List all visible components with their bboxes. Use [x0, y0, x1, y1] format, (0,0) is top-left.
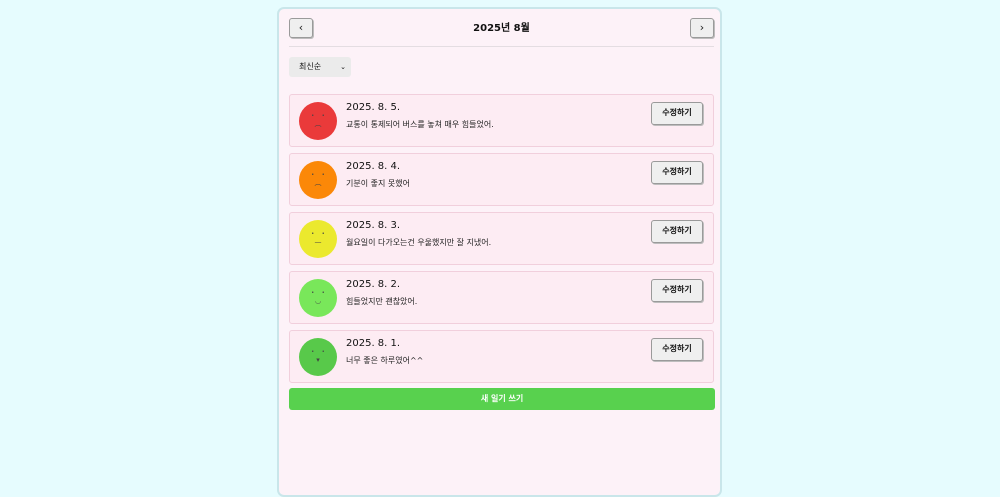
edit-button[interactable]: 수정하기	[651, 220, 703, 243]
prev-month-button[interactable]: ‹	[289, 18, 313, 38]
entry-text: 힘들었지만 괜찮았어.	[346, 297, 418, 306]
entry-date: 2025. 8. 4.	[346, 161, 401, 172]
sort-select[interactable]: 최신순 ⌄	[289, 57, 351, 77]
edit-button[interactable]: 수정하기	[651, 102, 703, 125]
month-title: 2025년 8월	[473, 23, 530, 34]
entry-text: 월요일이 다가오는건 우울했지만 잘 지냈어.	[346, 238, 492, 247]
diary-entry-list: • • ︵ 2025. 8. 5. 교통이 통제되어 버스를 놓쳐 매우 힘들었…	[289, 94, 714, 389]
diary-entry: • • ▾ 2025. 8. 1. 너무 좋은 하루였어^^ 수정하기	[289, 330, 714, 383]
mood-sad-icon: • • ︵	[299, 161, 337, 199]
sort-selected-label: 최신순	[299, 62, 322, 71]
edit-button[interactable]: 수정하기	[651, 161, 703, 184]
mood-happy-icon: • • ▾	[299, 338, 337, 376]
entry-date: 2025. 8. 5.	[346, 102, 401, 113]
chevron-down-icon: ⌄	[340, 63, 346, 71]
entry-date: 2025. 8. 1.	[346, 338, 401, 349]
entry-text: 기분이 좋지 못했어	[346, 179, 410, 188]
diary-entry: • • — 2025. 8. 3. 월요일이 다가오는건 우울했지만 잘 지냈어…	[289, 212, 714, 265]
diary-entry: • • ︵ 2025. 8. 5. 교통이 통제되어 버스를 놓쳐 매우 힘들었…	[289, 94, 714, 147]
entry-date: 2025. 8. 3.	[346, 220, 401, 231]
new-diary-button[interactable]: 새 일기 쓰기	[289, 388, 715, 410]
month-header: ‹ 2025년 8월 ›	[289, 18, 714, 40]
edit-button[interactable]: 수정하기	[651, 279, 703, 302]
diary-entry: • • ︵ 2025. 8. 4. 기분이 좋지 못했어 수정하기	[289, 153, 714, 206]
next-month-button[interactable]: ›	[690, 18, 714, 38]
entry-text: 너무 좋은 하루였어^^	[346, 356, 424, 365]
entry-date: 2025. 8. 2.	[346, 279, 401, 290]
diary-app: ‹ 2025년 8월 › 최신순 ⌄ • • ︵ 2025. 8. 5. 교통이…	[277, 7, 722, 497]
mood-angry-icon: • • ︵	[299, 102, 337, 140]
entry-text: 교통이 통제되어 버스를 놓쳐 매우 힘들었어.	[346, 120, 494, 129]
header-divider	[289, 46, 714, 47]
mood-good-icon: • • ◡	[299, 279, 337, 317]
mood-neutral-icon: • • —	[299, 220, 337, 258]
edit-button[interactable]: 수정하기	[651, 338, 703, 361]
diary-entry: • • ◡ 2025. 8. 2. 힘들었지만 괜찮았어. 수정하기	[289, 271, 714, 324]
